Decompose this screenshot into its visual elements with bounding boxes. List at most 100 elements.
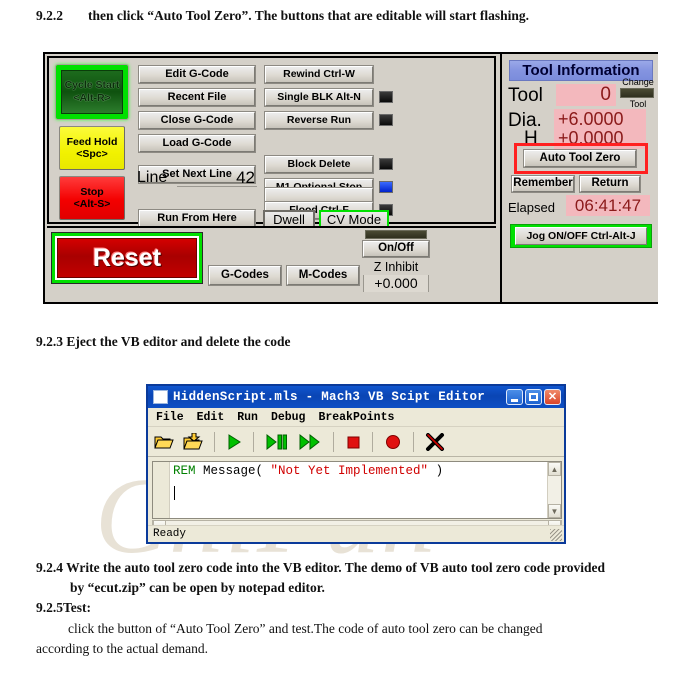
code-call: Message( [195,464,271,478]
reset-label: Reset [57,238,197,278]
cycle-start-label: Cycle Start [64,79,120,92]
vb-toolbar [148,427,564,457]
menu-breakpoints[interactable]: BreakPoints [318,411,394,424]
run-icon[interactable] [226,433,242,451]
close-icon: ✕ [547,390,558,403]
cycle-start-face: Cycle Start <Alt-R> [61,70,123,114]
close-button[interactable]: ✕ [544,389,561,405]
step-923-heading: 9.2.3 Eject the VB editor and delete the… [36,334,291,349]
line-label: Line [137,169,168,186]
remember-button[interactable]: Remember [512,176,574,192]
minimize-button[interactable] [506,389,523,405]
toolbar-separator-4 [372,431,373,452]
vertical-scrollbar[interactable]: ▲ ▼ [547,462,561,518]
stop-label: Stop [80,185,104,198]
editor-gutter [153,462,170,518]
feed-hold-label: Feed Hold [66,135,118,148]
toolbar-separator-1 [214,431,215,452]
elapsed-label: Elapsed [508,200,555,215]
single-blk-button[interactable]: Single BLK Alt-N [265,89,373,106]
reverse-run-button[interactable]: Reverse Run [265,112,373,129]
feed-hold-button[interactable]: Feed Hold <Spc> [59,126,125,170]
tool-label: Tool [508,85,543,106]
vb-title-bar[interactable]: HiddenScript.mls - Mach3 VB Scipt Editor… [148,386,564,408]
step-925-heading: 9.2.5Test: [36,600,92,615]
step-925-line1: click the button of “Auto Tool Zero” and… [68,621,543,636]
feed-hold-shortcut: <Spc> [76,148,108,160]
mach3-left-section: Cycle Start <Alt-R> Feed Hold <Spc> Stop… [45,54,498,302]
record-icon[interactable] [384,433,402,451]
z-inhibit-onoff-button[interactable]: On/Off [363,241,429,257]
m-codes-button[interactable]: M-Codes [287,266,359,285]
block-delete-button[interactable]: Block Delete [265,156,373,173]
vb-code-editor[interactable]: REM Message( "Not Yet Implemented" ) ▲ ▼ [152,461,562,519]
maximize-icon [529,393,538,401]
dia-value[interactable]: +6.0000 [554,109,646,130]
menu-debug[interactable]: Debug [271,411,306,424]
run-fast-icon[interactable] [298,433,322,451]
reset-button[interactable]: Reset [51,232,203,284]
document-page: ChiFun 9.2.2then click “Auto Tool Zero”.… [0,0,700,678]
status-text: Ready [153,528,187,540]
vb-menu-bar: File Edit Run Debug BreakPoints [148,408,564,427]
toolbar-separator-2 [253,431,254,452]
change-tool-label-bottom: Tool [629,99,647,109]
run-pause-icon[interactable] [265,433,289,451]
reverse-run-led [379,114,393,126]
jog-onoff-button[interactable]: Jog ON/OFF Ctrl-Alt-J [510,224,652,248]
code-string: "Not Yet Implemented" [270,464,429,478]
close-gcode-button[interactable]: Close G-Code [139,112,255,129]
line-value[interactable]: 42 [177,168,257,187]
toolbar-separator-3 [333,431,334,452]
window-icon [153,390,168,404]
open-folder-icon[interactable] [154,433,174,451]
code-line-1: REM Message( "Not Yet Implemented" ) [173,464,443,478]
stop-shortcut: <Alt-S> [73,198,111,210]
g-codes-button[interactable]: G-Codes [209,266,281,285]
code-tail: ) [428,464,444,478]
minimize-icon [511,398,518,402]
step-922-text: then click “Auto Tool Zero”. The buttons… [88,8,530,23]
menu-edit[interactable]: Edit [197,411,225,424]
step-924-line1: 9.2.4 Write the auto tool zero code into… [36,560,605,575]
run-from-here-button[interactable]: Run From Here [139,210,255,227]
stop-icon[interactable] [345,433,361,451]
window-controls: ✕ [506,389,561,405]
menu-run[interactable]: Run [237,411,258,424]
step-922-heading: 9.2.2 then click “Auto Tool Zero”. The bu… [36,8,529,24]
code-keyword: REM [173,464,196,478]
mach3-control-panel: Cycle Start <Alt-R> Feed Hold <Spc> Stop… [43,52,658,304]
change-tool-label-top: Change [622,77,654,87]
rewind-button[interactable]: Rewind Ctrl-W [265,66,373,83]
single-blk-led [379,91,393,103]
load-gcode-button[interactable]: Load G-Code [139,135,255,152]
resize-grip[interactable] [550,529,562,541]
maximize-button[interactable] [525,389,542,405]
line-number-row: Line 42 [137,168,257,190]
z-inhibit-led [365,230,427,239]
scroll-up-button[interactable]: ▲ [548,462,561,476]
tool-value[interactable]: 0 [556,84,616,106]
recent-file-button[interactable]: Recent File [139,89,255,106]
cycle-start-button[interactable]: Cycle Start <Alt-R> [55,64,129,120]
text-caret [174,486,175,500]
stop-button[interactable]: Stop <Alt-S> [59,176,125,220]
scroll-down-button[interactable]: ▼ [548,504,561,518]
z-inhibit-label: Z Inhibit [373,260,419,274]
cycle-start-shortcut: <Alt-R> [73,92,111,104]
delete-icon[interactable] [425,432,445,451]
step-922-number: 9.2.2 [36,8,63,23]
reset-button-frame: Reset [55,236,199,280]
vb-script-editor-window: HiddenScript.mls - Mach3 VB Scipt Editor… [146,384,566,544]
menu-file[interactable]: File [156,411,184,424]
z-inhibit-value[interactable]: +0.000 [363,275,429,292]
vb-status-bar: Ready [148,525,564,542]
save-folder-icon[interactable] [183,432,203,451]
jog-onoff-label: Jog ON/OFF Ctrl-Alt-J [515,227,647,245]
edit-gcode-button[interactable]: Edit G-Code [139,66,255,83]
tool-information-panel: Tool Information Tool 0 Change Tool Dia.… [500,54,658,302]
return-button[interactable]: Return [580,176,640,192]
block-delete-led [379,158,393,170]
auto-tool-zero-button[interactable]: Auto Tool Zero [524,150,636,167]
change-tool-button[interactable] [620,88,654,98]
